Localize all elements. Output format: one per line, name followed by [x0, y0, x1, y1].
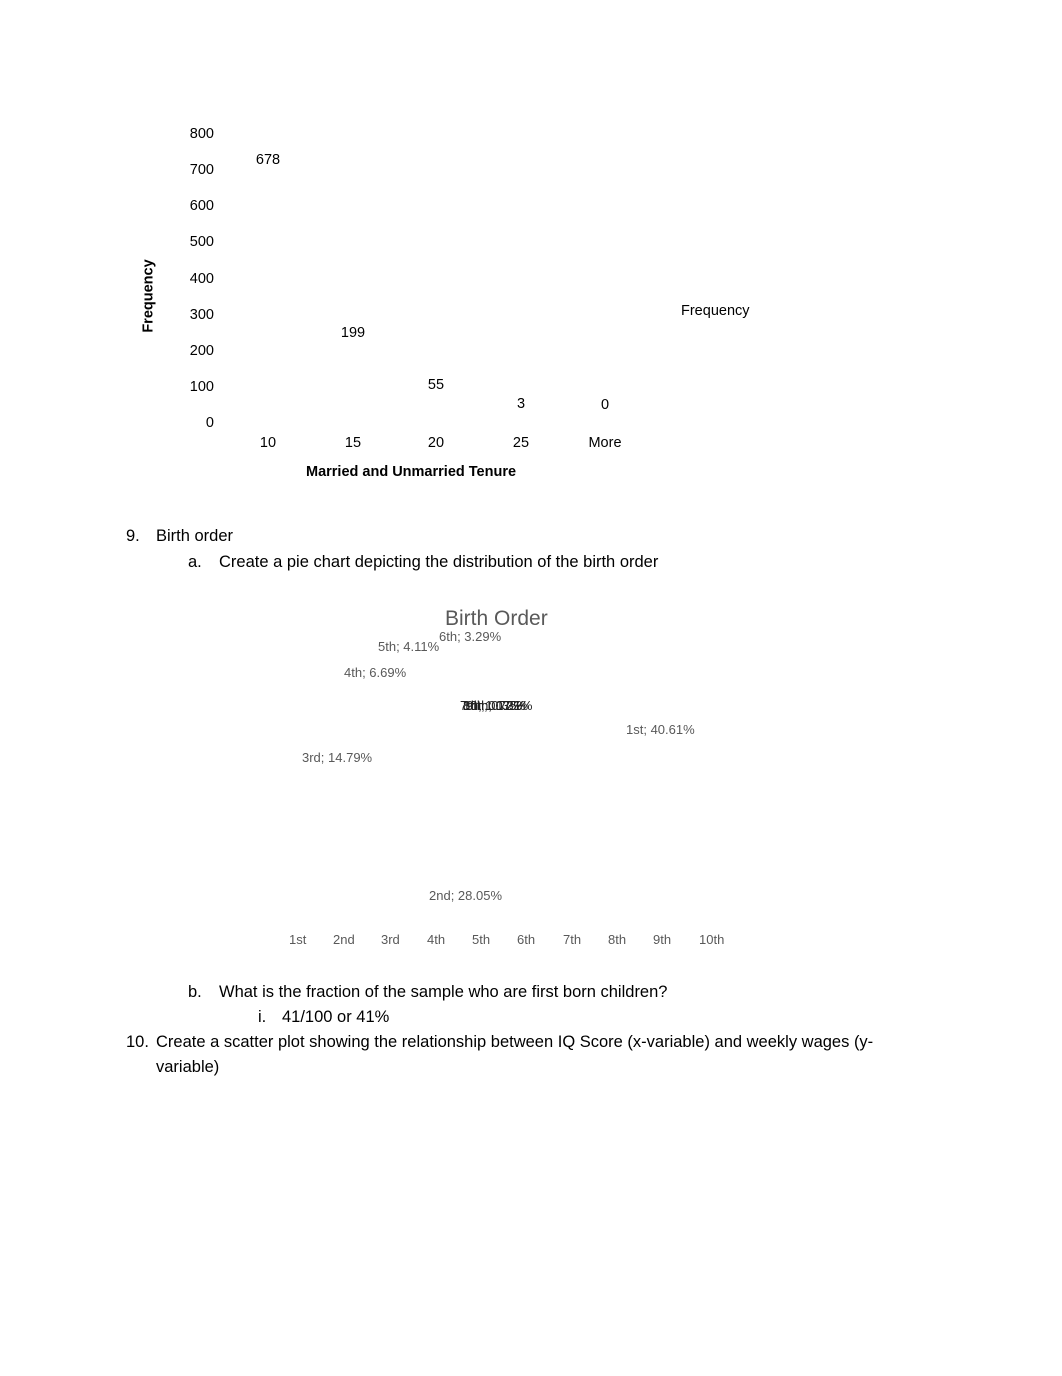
pie-legend-entry: 4th [427, 932, 446, 947]
q10-text-line2: variable) [156, 1058, 220, 1076]
hist-y-tick: 500 [189, 234, 214, 251]
q9a-letter: a. [188, 553, 202, 571]
q9-number: 9. [126, 527, 140, 545]
hist-data-label: 199 [340, 325, 366, 342]
q10-number: 10. [126, 1033, 149, 1051]
hist-y-tick: 700 [189, 162, 214, 179]
q9b-i-numeral: i. [258, 1008, 267, 1026]
hist-x-tick: 10 [259, 435, 277, 451]
pie-data-label: 1st; 40.61% [626, 722, 695, 737]
pie-data-label: 2nd; 28.05% [429, 888, 503, 903]
pie-legend-entry: 6th [517, 932, 536, 947]
hist-x-tick: More [588, 435, 622, 451]
hist-y-tick: 800 [189, 126, 214, 142]
hist-x-tick: 25 [512, 435, 530, 451]
hist-data-label: 3 [516, 395, 526, 412]
q9b-i-answer: 41/100 or 41% [282, 1008, 390, 1026]
hist-y-tick: 200 [189, 342, 214, 359]
hist-y-tick: 300 [189, 306, 214, 323]
hist-y-tick: 600 [189, 198, 214, 215]
q9-text: Birth order [156, 527, 234, 545]
hist-y-tick: 0 [205, 415, 214, 431]
hist-data-label: 55 [427, 377, 445, 394]
pie-data-label: 6th; 3.29% [439, 629, 502, 644]
pie-legend-entry: 1st [289, 932, 307, 947]
pie-data-label: 10th; 0.21% [463, 698, 533, 713]
hist-y-tick: 100 [189, 378, 214, 395]
pie-legend-entry: 7th [563, 932, 582, 947]
pie-legend-entry: 5th [472, 932, 491, 947]
pie-legend-entry: 2nd [333, 932, 355, 947]
q10-text-line1: Create a scatter plot showing the relati… [156, 1033, 874, 1051]
pie-legend-entry: 9th [653, 932, 672, 947]
hist-data-label: 678 [255, 152, 281, 169]
pie-data-label: 3rd; 14.79% [302, 750, 373, 765]
hist-x-tick: 15 [344, 435, 362, 451]
hist-y-tick: 400 [189, 270, 214, 287]
pie-title: Birth Order [445, 607, 548, 630]
pie-legend-entry: 3rd [381, 932, 400, 947]
q9b-text: What is the fraction of the sample who a… [219, 983, 668, 1001]
hist-y-axis-title: Frequency [140, 259, 157, 333]
hist-x-tick: 20 [427, 435, 445, 451]
pie-legend-entry: 10th [699, 932, 725, 947]
q9a-text: Create a pie chart depicting the distrib… [219, 553, 659, 571]
pie-data-label: 5th; 4.11% [378, 639, 440, 654]
pie-data-label: 4th; 6.69% [344, 665, 407, 680]
hist-data-label: 0 [600, 397, 610, 413]
hist-legend-entry: Frequency [681, 303, 750, 319]
pie-legend-entry: 8th [608, 932, 627, 947]
hist-x-axis-title: Married and Unmarried Tenure [306, 464, 517, 480]
q9b-letter: b. [188, 983, 202, 1001]
